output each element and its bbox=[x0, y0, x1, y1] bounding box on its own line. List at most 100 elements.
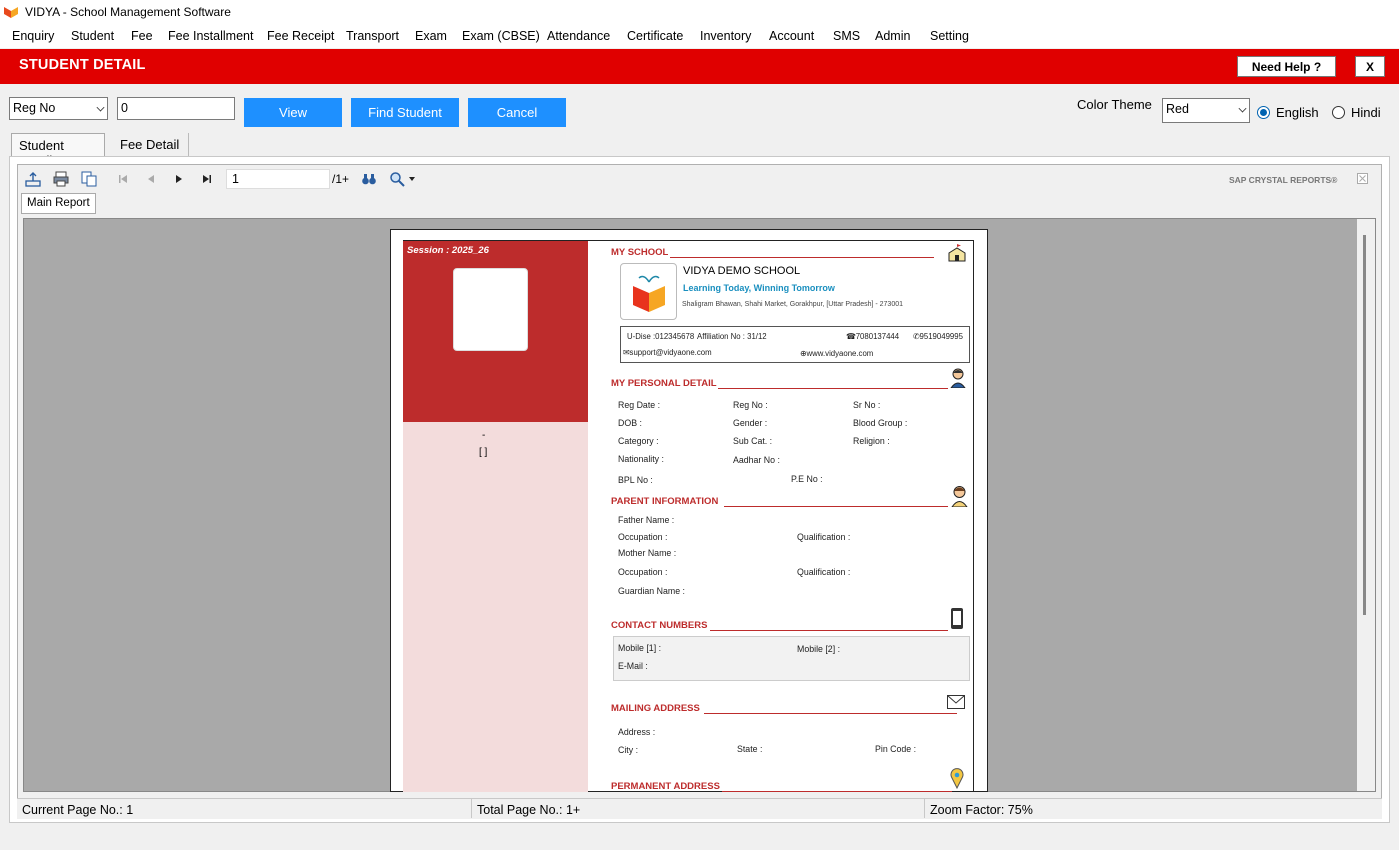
find-student-button[interactable]: Find Student bbox=[351, 98, 459, 127]
status-divider bbox=[924, 799, 925, 818]
guardian-name-field: Guardian Name : bbox=[618, 586, 685, 596]
first-page-icon[interactable] bbox=[115, 171, 131, 187]
religion-field: Religion : bbox=[853, 436, 890, 446]
school-name: VIDYA DEMO SCHOOL bbox=[683, 265, 801, 277]
menu-transport[interactable]: Transport bbox=[346, 29, 399, 43]
section-divider bbox=[724, 506, 948, 507]
school-website: ⊕www.vidyaone.com bbox=[800, 349, 874, 358]
sr-no-field: Sr No : bbox=[853, 400, 881, 410]
phone-one: ☎7080137444 bbox=[846, 332, 900, 341]
menu-admin[interactable]: Admin bbox=[875, 29, 910, 43]
cancel-button[interactable]: Cancel bbox=[468, 98, 566, 127]
mother-occupation-field: Occupation : bbox=[618, 567, 668, 577]
sub-category-field: Sub Cat. : bbox=[733, 436, 773, 446]
report-sidebar-bottom bbox=[403, 422, 588, 792]
session-label: Session : 2025_26 bbox=[407, 245, 489, 256]
menu-fee-installment[interactable]: Fee Installment bbox=[168, 29, 253, 43]
zoom-icon[interactable] bbox=[389, 171, 405, 187]
menu-exam[interactable]: Exam bbox=[415, 29, 447, 43]
envelope-icon bbox=[947, 695, 965, 709]
scrollbar-thumb[interactable] bbox=[1363, 235, 1366, 615]
section-divider bbox=[710, 630, 948, 631]
current-page-status: Current Page No.: 1 bbox=[22, 803, 134, 817]
window-title: VIDYA - School Management Software bbox=[25, 5, 231, 19]
view-button[interactable]: View bbox=[244, 98, 342, 127]
school-address: Shaligram Bhawan, Shahi Market, Gorakhpu… bbox=[682, 301, 904, 308]
mailing-address-title: MAILING ADDRESS bbox=[611, 703, 700, 714]
contact-box bbox=[613, 636, 970, 681]
need-help-button[interactable]: Need Help ? bbox=[1237, 56, 1336, 77]
menu-certificate[interactable]: Certificate bbox=[627, 29, 683, 43]
crystal-brand: SAP CRYSTAL REPORTS® bbox=[1229, 175, 1338, 185]
chevron-down-icon bbox=[96, 103, 105, 112]
father-occupation-field: Occupation : bbox=[618, 532, 668, 542]
school-logo bbox=[620, 263, 677, 320]
address-field: Address : bbox=[618, 727, 656, 737]
menu-exam-cbse[interactable]: Exam (CBSE) bbox=[462, 29, 540, 43]
student-class: [ ] bbox=[479, 447, 488, 458]
page-total: /1+ bbox=[332, 172, 350, 186]
father-qualification-field: Qualification : bbox=[797, 532, 851, 542]
bpl-field: BPL No : bbox=[618, 475, 653, 485]
chevron-down-icon bbox=[1238, 104, 1247, 113]
phone-device-icon bbox=[951, 608, 963, 629]
close-tab-icon[interactable] bbox=[1357, 173, 1368, 184]
affiliation-number: Affiliation No : 31/12 bbox=[697, 332, 767, 341]
menu-setting[interactable]: Setting bbox=[930, 29, 969, 43]
next-page-icon[interactable] bbox=[171, 171, 187, 187]
main-report-tab[interactable]: Main Report bbox=[21, 193, 96, 214]
color-theme-select[interactable]: Red bbox=[1162, 98, 1250, 123]
pe-field: P.E No : bbox=[791, 474, 823, 484]
menu-sms[interactable]: SMS bbox=[833, 29, 860, 43]
english-radio[interactable] bbox=[1257, 106, 1270, 119]
state-field: State : bbox=[737, 744, 763, 754]
udise-number: U-Dise :012345678 bbox=[627, 332, 695, 341]
student-avatar-icon bbox=[950, 368, 966, 388]
close-button[interactable]: X bbox=[1355, 56, 1385, 77]
section-divider bbox=[670, 257, 934, 258]
hindi-radio[interactable] bbox=[1332, 106, 1345, 119]
app-logo-icon bbox=[4, 7, 18, 18]
search-field-select[interactable]: Reg No bbox=[9, 97, 108, 120]
last-page-icon[interactable] bbox=[199, 171, 215, 187]
student-name: - bbox=[482, 430, 486, 441]
page-title: STUDENT DETAIL bbox=[19, 57, 146, 73]
phone-two: ✆9519049995 bbox=[913, 332, 963, 341]
tab-student-detail[interactable]: Student Detail bbox=[11, 133, 105, 168]
email-field: E-Mail : bbox=[618, 661, 648, 671]
reg-date-field: Reg Date : bbox=[618, 400, 661, 410]
menu-account[interactable]: Account bbox=[769, 29, 814, 43]
zoom-dropdown-icon[interactable] bbox=[408, 176, 416, 182]
copy-icon[interactable] bbox=[81, 171, 97, 187]
menu-attendance[interactable]: Attendance bbox=[547, 29, 610, 43]
menu-inventory[interactable]: Inventory bbox=[700, 29, 751, 43]
status-divider bbox=[471, 799, 472, 818]
school-logo-icon bbox=[633, 275, 665, 312]
father-name-field: Father Name : bbox=[618, 515, 675, 525]
previous-page-icon[interactable] bbox=[143, 171, 159, 187]
hindi-label: Hindi bbox=[1351, 105, 1381, 120]
section-divider bbox=[722, 791, 952, 792]
menu-student[interactable]: Student bbox=[71, 29, 114, 43]
status-bar bbox=[17, 798, 1382, 819]
binoculars-icon[interactable] bbox=[361, 171, 377, 187]
export-icon[interactable] bbox=[25, 171, 41, 187]
school-building-icon bbox=[948, 244, 966, 262]
school-tagline: Learning Today, Winning Tomorrow bbox=[683, 283, 835, 293]
category-field: Category : bbox=[618, 436, 659, 446]
total-page-status: Total Page No.: 1+ bbox=[477, 803, 581, 817]
menu-enquiry[interactable]: Enquiry bbox=[12, 29, 54, 43]
mobile-one-field: Mobile [1] : bbox=[618, 643, 662, 653]
gender-field: Gender : bbox=[733, 418, 768, 428]
search-input[interactable]: 0 bbox=[117, 97, 235, 120]
vertical-scrollbar[interactable] bbox=[1357, 219, 1375, 791]
menu-fee-receipt[interactable]: Fee Receipt bbox=[267, 29, 334, 43]
page-number-input[interactable]: 1 bbox=[226, 169, 330, 189]
mother-name-field: Mother Name : bbox=[618, 548, 677, 558]
parent-avatar-icon bbox=[951, 486, 968, 507]
tab-fee-detail[interactable]: Fee Detail bbox=[113, 133, 189, 157]
zoom-factor-status: Zoom Factor: 75% bbox=[930, 803, 1033, 817]
student-photo bbox=[453, 268, 528, 351]
menu-fee[interactable]: Fee bbox=[131, 29, 153, 43]
print-icon[interactable] bbox=[53, 171, 69, 187]
